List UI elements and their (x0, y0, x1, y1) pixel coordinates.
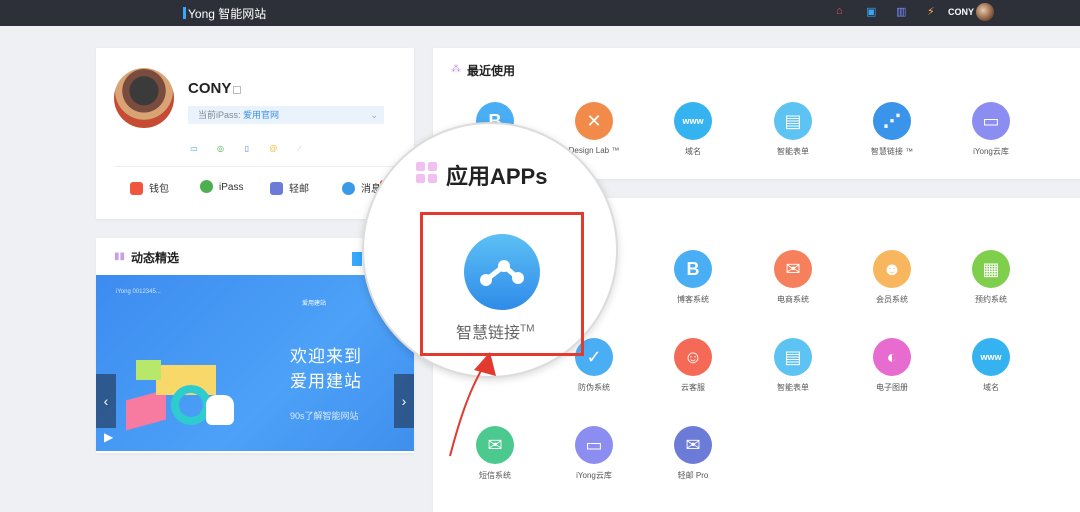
wallet-label: 钱包 (149, 184, 169, 195)
form-icon: ▤ (774, 102, 812, 140)
app-label: 智慧链接 ™ (870, 147, 914, 156)
banner-headline-2: 爱用建站 (290, 372, 362, 391)
feed-tab-marker[interactable] (352, 252, 362, 266)
app-ecommerce[interactable]: ✉ 电商系统 (753, 250, 833, 305)
app-membership[interactable]: ☻ 会员系统 (852, 250, 932, 305)
binding-icons: ▭ ◎ ▯ @ ∕ (188, 138, 316, 156)
robot-mascot (206, 395, 234, 425)
app-label: 防伪系统 (578, 383, 610, 392)
mail-button[interactable]: 轻邮 (270, 180, 309, 195)
app-label: 轻邮 Pro (677, 471, 709, 480)
wallet-button[interactable]: 钱包 (130, 180, 169, 195)
app-label: 智能表单 (777, 383, 809, 392)
globe-icon: www (972, 338, 1010, 376)
recent-app-cloud[interactable]: ▭ iYong云库 (951, 102, 1031, 157)
id-card-icon[interactable]: ▭ (188, 144, 200, 154)
app-cloud-storage[interactable]: ▭ iYong云库 (554, 426, 634, 481)
app-mail-pro[interactable]: ✉ 轻邮 Pro (653, 426, 733, 481)
globe-icon: www (674, 102, 712, 140)
form-icon: ▤ (774, 338, 812, 376)
highlight-box (420, 212, 584, 356)
top-username[interactable]: CONY (948, 7, 974, 17)
divider (114, 166, 396, 167)
phone-icon[interactable]: ▯ (241, 144, 253, 154)
ipass-button[interactable]: iPass (200, 180, 243, 193)
smart-link-icon: ⋰ (873, 102, 911, 140)
mail-label: 轻邮 (289, 184, 309, 195)
app-domain[interactable]: www 域名 (951, 338, 1031, 393)
brand-logo[interactable]: Yong 智能网站 (183, 5, 266, 22)
edit-tag-icon[interactable] (233, 86, 241, 94)
folder-icon: ▭ (575, 426, 613, 464)
lightning-icon[interactable]: ⚡ (927, 5, 935, 18)
app-label: 域名 (983, 383, 999, 392)
profile-card: CONY 当前iPass: 爱用官网 ⌄ ▭ ◎ ▯ @ ∕ 钱包 iPass … (96, 48, 414, 219)
recent-app-smart-link[interactable]: ⋰ 智慧链接 ™ (852, 102, 932, 157)
user-avatar[interactable] (114, 68, 174, 128)
member-icon: ☻ (873, 250, 911, 288)
app-label: 短信系统 (479, 471, 511, 480)
profile-username: CONY (188, 80, 232, 97)
app-label: iYong云库 (576, 471, 612, 480)
app-label: 会员系统 (876, 295, 908, 304)
ipass-selector[interactable]: 当前iPass: 爱用官网 ⌄ (188, 106, 384, 124)
app-label: 电子图册 (876, 383, 908, 392)
app-label: 博客系统 (677, 295, 709, 304)
carousel-next-button[interactable]: › (394, 374, 414, 428)
headset-icon: ☺ (674, 338, 712, 376)
top-navigation-bar: Yong 智能网站 ⌂ ▣ ▥ ⚡ CONY (0, 0, 1080, 26)
chat-icon (342, 182, 355, 195)
shop-icon: ✉ (774, 250, 812, 288)
recent-app-domain[interactable]: www 域名 (653, 102, 733, 157)
magnifier-title: 应用APPs (446, 164, 548, 189)
play-icon[interactable]: ▶ (104, 430, 113, 444)
blog-icon: B (674, 250, 712, 288)
brand-mark-icon (183, 7, 186, 19)
red-arrow-icon (449, 352, 496, 457)
building-blocks-illustration (126, 355, 236, 435)
welcome-banner[interactable]: iYong 0012345... 爱用建站 欢迎来到 爱用建站 90s了解智能网… (96, 275, 414, 451)
app-label: 预约系统 (975, 295, 1007, 304)
app-label: iYong云库 (973, 147, 1009, 156)
app-label: 域名 (685, 147, 701, 156)
carousel-prev-button[interactable]: ‹ (96, 374, 116, 428)
key-icon (200, 180, 213, 193)
folder-icon: ▭ (972, 102, 1010, 140)
recent-app-smart-form[interactable]: ▤ 智能表单 (753, 102, 833, 157)
feed-title: 动态精选 (131, 251, 180, 265)
app-blog[interactable]: B 博客系统 (653, 250, 733, 305)
home-icon[interactable]: ⌂ (836, 5, 843, 17)
app-cloud-service[interactable]: ☺ 云客服 (653, 338, 733, 393)
layout-icon[interactable]: ▣ (866, 5, 876, 18)
dots-icon: ⁂ (451, 64, 461, 75)
wallet-icon (130, 182, 143, 195)
chevron-down-icon: ⌄ (370, 110, 378, 120)
ipass-label: 当前iPass: (198, 110, 244, 120)
top-avatar[interactable] (976, 3, 994, 21)
chart-bars-icon: ▮▮ (114, 251, 126, 262)
mail-icon: ✉ (674, 426, 712, 464)
email-icon[interactable]: @ (267, 144, 279, 154)
building-icon[interactable]: ▥ (896, 5, 906, 18)
link-icon[interactable]: ∕ (294, 144, 306, 154)
banner-subline: 90s了解智能网站 (290, 411, 359, 421)
app-booking[interactable]: ▦ 预约系统 (951, 250, 1031, 305)
calendar-icon: ▦ (972, 250, 1010, 288)
brand-name: Yong 智能网站 (188, 7, 267, 21)
app-e-album[interactable]: ◐ 电子图册 (852, 338, 932, 393)
banner-user: iYong 0012345... (116, 289, 161, 295)
app-smart-form[interactable]: ▤ 智能表单 (753, 338, 833, 393)
ipass-value: 爱用官网 (243, 110, 280, 120)
banner-headline-1: 欢迎来到 (290, 347, 362, 366)
app-label: 云客服 (681, 383, 705, 392)
album-icon: ◐ (873, 338, 911, 376)
app-label: 电商系统 (777, 295, 809, 304)
mail-icon (270, 182, 283, 195)
ipass-button-label: iPass (219, 182, 244, 193)
recent-title: 最近使用 (467, 64, 516, 78)
design-lab-icon: ✕ (575, 102, 613, 140)
wechat-icon[interactable]: ◎ (214, 144, 226, 154)
app-label: 智能表单 (777, 147, 809, 156)
banner-logo: 爱用建站 (302, 301, 327, 307)
